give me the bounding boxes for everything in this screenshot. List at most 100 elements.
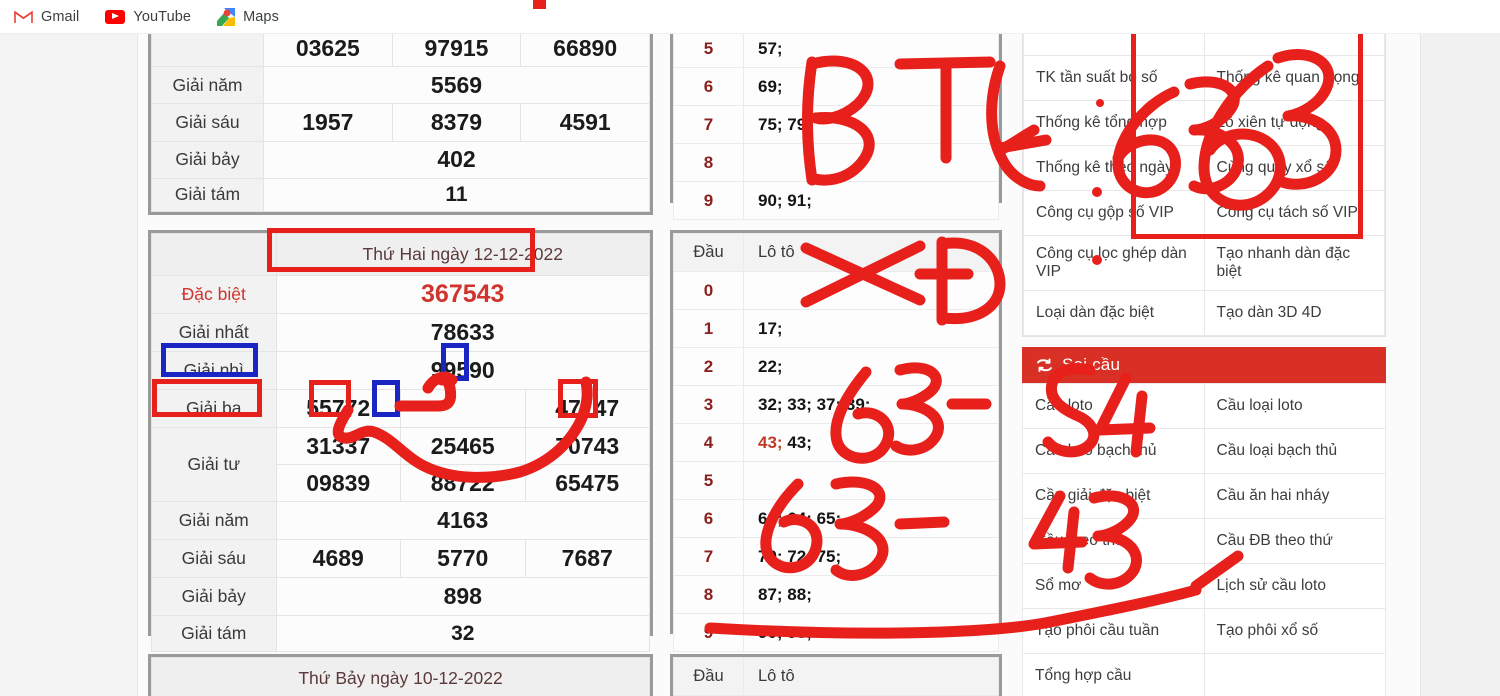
menu-item-cau-theo-thu[interactable]: Cầu theo thứ (1022, 518, 1205, 564)
youtube-icon (105, 9, 126, 24)
menu-item-lo-xien-tu-dong[interactable]: Lô xiên tự động (1203, 100, 1385, 146)
prize-label: Đặc biệt (151, 275, 277, 314)
loto-dau: 7 (673, 105, 744, 144)
loto-numbers: 17; (743, 309, 999, 348)
prize-label: Giải sáu (151, 539, 277, 578)
results-date-row: Thứ Hai ngày 12-12-2022 (151, 233, 650, 276)
menu-item-cung-quay-xo-so[interactable]: Cùng quay xổ số (1203, 145, 1385, 191)
menu-item-tk-tan-suat[interactable]: TK tần suất bo số (1023, 55, 1205, 101)
menu-item-tao-dan-3d-4d[interactable]: Tạo dàn 3D 4D (1203, 290, 1385, 336)
table-row: Thống kê tổng hợp Lô xiên tự động (1023, 100, 1385, 146)
menu-item-cau-loto[interactable]: Cầu loto (1022, 383, 1205, 429)
prize-value: 5569 (263, 66, 650, 105)
menu-item-tao-nhanh-dan-dac-biet[interactable]: Tạo nhanh dàn đặc biệt (1203, 235, 1385, 291)
bookmark-youtube[interactable]: YouTube (105, 9, 191, 25)
table-row: Giải bảy 402 (151, 140, 650, 179)
loto-numbers: 69; (743, 67, 999, 106)
prize-value: 402 (263, 140, 650, 179)
table-row: Giải tám 11 (151, 177, 650, 213)
loto-dau: 0 (673, 271, 744, 310)
bookmark-gmail[interactable]: Gmail (14, 9, 79, 25)
table-row: 6 63; 64; 65; (673, 499, 999, 538)
table-row: 4 43; 43; (673, 423, 999, 462)
prize-label: Giải tám (151, 615, 277, 652)
table-row: 8 (673, 143, 999, 182)
refresh-icon (1036, 357, 1053, 374)
loto-dau: 9 (673, 613, 744, 652)
menu-item-cong-cu-loc-ghep-dan-vip[interactable]: Công cụ lọc ghép dàn VIP (1023, 235, 1205, 291)
page-top-red-marker (533, 0, 546, 9)
loto-dau: 8 (673, 143, 744, 182)
loto-number-highlight: 43; (758, 432, 783, 452)
tools-menu: TK tần suất bo số Thống kê quan trọng Th… (1022, 34, 1386, 337)
menu-item-cau-giai-dac-biet[interactable]: Cầu giải đặc biệt (1022, 473, 1205, 519)
menu-item-cau-an-hai-nhay[interactable]: Cầu ăn hai nháy (1203, 473, 1386, 519)
menu-item-cau-loto-bach-thu[interactable]: Cầu loto bạch thủ (1022, 428, 1205, 474)
prize-value: 88722 (400, 464, 526, 502)
table-row: Sổ mơ Lịch sử cầu loto (1022, 563, 1386, 609)
table-row: 1 17; (673, 309, 999, 348)
loto-dau: 7 (673, 537, 744, 576)
table-row: Tổng hợp cầu (1022, 653, 1386, 696)
prize-value: 32 (275, 615, 650, 652)
results-date-row: Thứ Bảy ngày 10-12-2022 (151, 657, 650, 696)
bookmark-youtube-label: YouTube (133, 8, 192, 25)
table-row: Giải năm 5569 (151, 66, 650, 105)
prize-value: 4591 (520, 103, 650, 142)
prize-label: Giải bảy (151, 577, 277, 616)
loto-number-rest: 43; (782, 432, 812, 452)
menu-item-cau-db-theo-thu[interactable]: Cầu ĐB theo thứ (1203, 518, 1386, 564)
prize-label: Giải bảy (151, 140, 264, 179)
table-row: Giải nhất 78633 (151, 313, 650, 352)
loto-header-dau: Đầu (673, 233, 744, 272)
loto-numbers (743, 461, 999, 500)
bookmark-maps[interactable]: Maps (217, 7, 279, 26)
loto-numbers (743, 271, 999, 310)
menu-item-loai-dan-dac-biet[interactable]: Loại dàn đặc biệt (1023, 290, 1205, 336)
table-row: 7 75; 79; (673, 105, 999, 144)
table-row: Giải bảy 898 (151, 577, 650, 616)
table-row: 7 70; 72; 75; (673, 537, 999, 576)
prize-label: Giải tư (151, 427, 277, 502)
prize-value: 11 (263, 177, 650, 213)
menu-item-cong-cu-gop-so-vip[interactable]: Công cụ gộp số VIP (1023, 190, 1205, 236)
table-row: Giải sáu 1957 8379 4591 (151, 103, 650, 142)
loto-header-lo: Lô tô (743, 657, 999, 696)
menu-item-tao-phoi-xo-so[interactable]: Tạo phôi xổ số (1203, 608, 1386, 654)
prize-label: Giải nhất (151, 313, 277, 352)
prize-value: 898 (275, 577, 650, 616)
prize-value: 70743 (524, 427, 650, 465)
loto-numbers: 87; 88; (743, 575, 999, 614)
loto-header-row: Đầu Lô tô (673, 233, 999, 272)
table-row: Công cụ lọc ghép dàn VIP Tạo nhanh dàn đ… (1023, 235, 1385, 291)
prize-value: 78633 (275, 313, 650, 352)
menu-item-tong-hop-cau[interactable]: Tổng hợp cầu (1022, 653, 1205, 696)
loto-numbers: 75; 79; (743, 105, 999, 144)
table-row: Cầu loto Cầu loại loto (1022, 383, 1386, 429)
menu-item-cau-loai-bach-thu[interactable]: Cầu loại bạch thủ (1203, 428, 1386, 474)
prize-value: 31337 (275, 427, 401, 465)
menu-item-so-mo[interactable]: Sổ mơ (1022, 563, 1205, 609)
bookmark-gmail-label: Gmail (41, 8, 80, 25)
prize-value: 4163 (275, 501, 650, 540)
table-row (1023, 34, 1385, 56)
prize-value: 99590 (275, 351, 650, 390)
prize-label: Giải sáu (151, 103, 264, 142)
loto-dau: 9 (673, 181, 744, 220)
table-row: 6 69; (673, 67, 999, 106)
browser-bookmarks-bar: Gmail YouTube Maps (0, 0, 1500, 34)
menu-item-thong-ke-theo-ngay[interactable]: Thống kê theo ngày (1023, 145, 1205, 191)
prize-value: 03625 (263, 34, 393, 68)
menu-item-cau-loai-loto[interactable]: Cầu loại loto (1203, 383, 1386, 429)
table-row: 5 (673, 461, 999, 500)
menu-item-tao-phoi-cau-tuan[interactable]: Tạo phôi cầu tuần (1022, 608, 1205, 654)
menu-item-thong-ke-tong-hop[interactable]: Thống kê tổng hợp (1023, 100, 1205, 146)
loto-numbers: 43; 43; (743, 423, 999, 462)
loto-table-previous: 5 57; 6 69; 7 75; 79; 8 9 90; 91; (670, 34, 1002, 220)
maps-icon (217, 7, 236, 26)
menu-item-cong-cu-tach-so-vip[interactable]: Công cụ tách số VIP (1203, 190, 1385, 236)
menu-item-lich-su-cau-loto[interactable]: Lịch sử cầu loto (1203, 563, 1386, 609)
prize-value: 66890 (520, 34, 650, 68)
menu-item-thong-ke-quan-trong[interactable]: Thống kê quan trọng (1203, 55, 1385, 101)
table-row: 0 (673, 271, 999, 310)
